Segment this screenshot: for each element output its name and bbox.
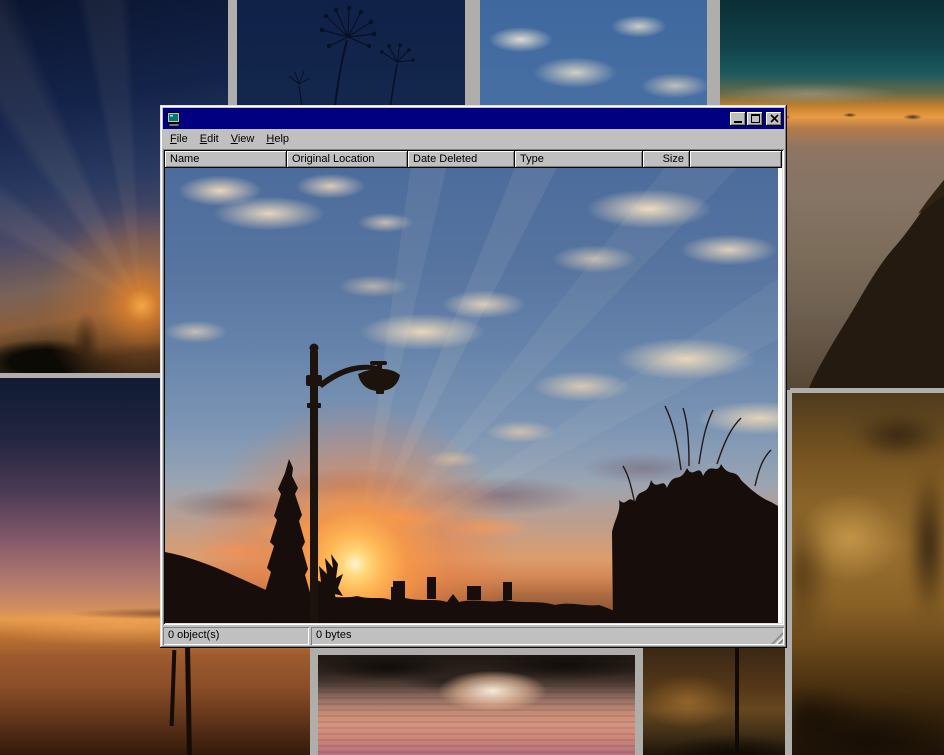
recycle-bin-window: File Edit View Help Name Original Locati…	[160, 105, 787, 648]
resize-grip[interactable]	[771, 632, 783, 644]
wallpaper-gap	[310, 648, 643, 655]
lake-pole	[170, 650, 177, 726]
wallpaper-tile-amber-dusk	[643, 648, 792, 755]
status-bar: 0 object(s) 0 bytes	[163, 627, 784, 645]
minimize-button[interactable]	[730, 112, 746, 126]
menu-file[interactable]: File	[164, 130, 194, 148]
desktop: File Edit View Help Name Original Locati…	[0, 0, 944, 755]
wallpaper-gap	[790, 388, 944, 393]
wallpaper-tile-water-reflection	[318, 655, 635, 755]
maximize-icon	[751, 114, 760, 123]
golden-blur-silhouettes	[792, 392, 944, 755]
close-button[interactable]	[766, 112, 782, 126]
close-icon	[770, 114, 779, 123]
wallpaper-tile-golden-blur	[792, 392, 944, 755]
menu-view[interactable]: View	[225, 130, 261, 148]
dusk-pole	[735, 648, 739, 755]
minimize-icon	[734, 121, 742, 123]
maximize-button[interactable]	[747, 112, 763, 126]
status-object-count: 0 object(s)	[163, 627, 309, 645]
file-list-view[interactable]: Name Original Location Date Deleted Type…	[163, 149, 784, 625]
column-header-blank[interactable]	[690, 151, 782, 168]
wallpaper-gap	[310, 648, 318, 755]
column-header-type[interactable]: Type	[515, 151, 643, 168]
street-lamp-silhouette	[306, 344, 400, 624]
wallpaper-gap	[635, 648, 643, 755]
column-header-row: Name Original Location Date Deleted Type…	[165, 151, 782, 168]
column-header-original-location[interactable]: Original Location	[287, 151, 408, 168]
status-byte-count: 0 bytes	[311, 627, 784, 645]
column-header-size[interactable]: Size	[643, 151, 690, 168]
photo-silhouettes	[165, 168, 778, 623]
column-header-date-deleted[interactable]: Date Deleted	[408, 151, 515, 168]
lake-pole	[185, 648, 192, 755]
computer-icon[interactable]	[166, 111, 182, 127]
menu-edit[interactable]: Edit	[194, 130, 225, 148]
column-header-name[interactable]: Name	[165, 151, 287, 168]
status-byte-count-text: 0 bytes	[316, 629, 351, 641]
menu-help[interactable]: Help	[260, 130, 295, 148]
menu-bar: File Edit View Help	[163, 129, 784, 149]
list-background-photo	[165, 168, 778, 623]
window-titlebar[interactable]	[163, 108, 784, 129]
